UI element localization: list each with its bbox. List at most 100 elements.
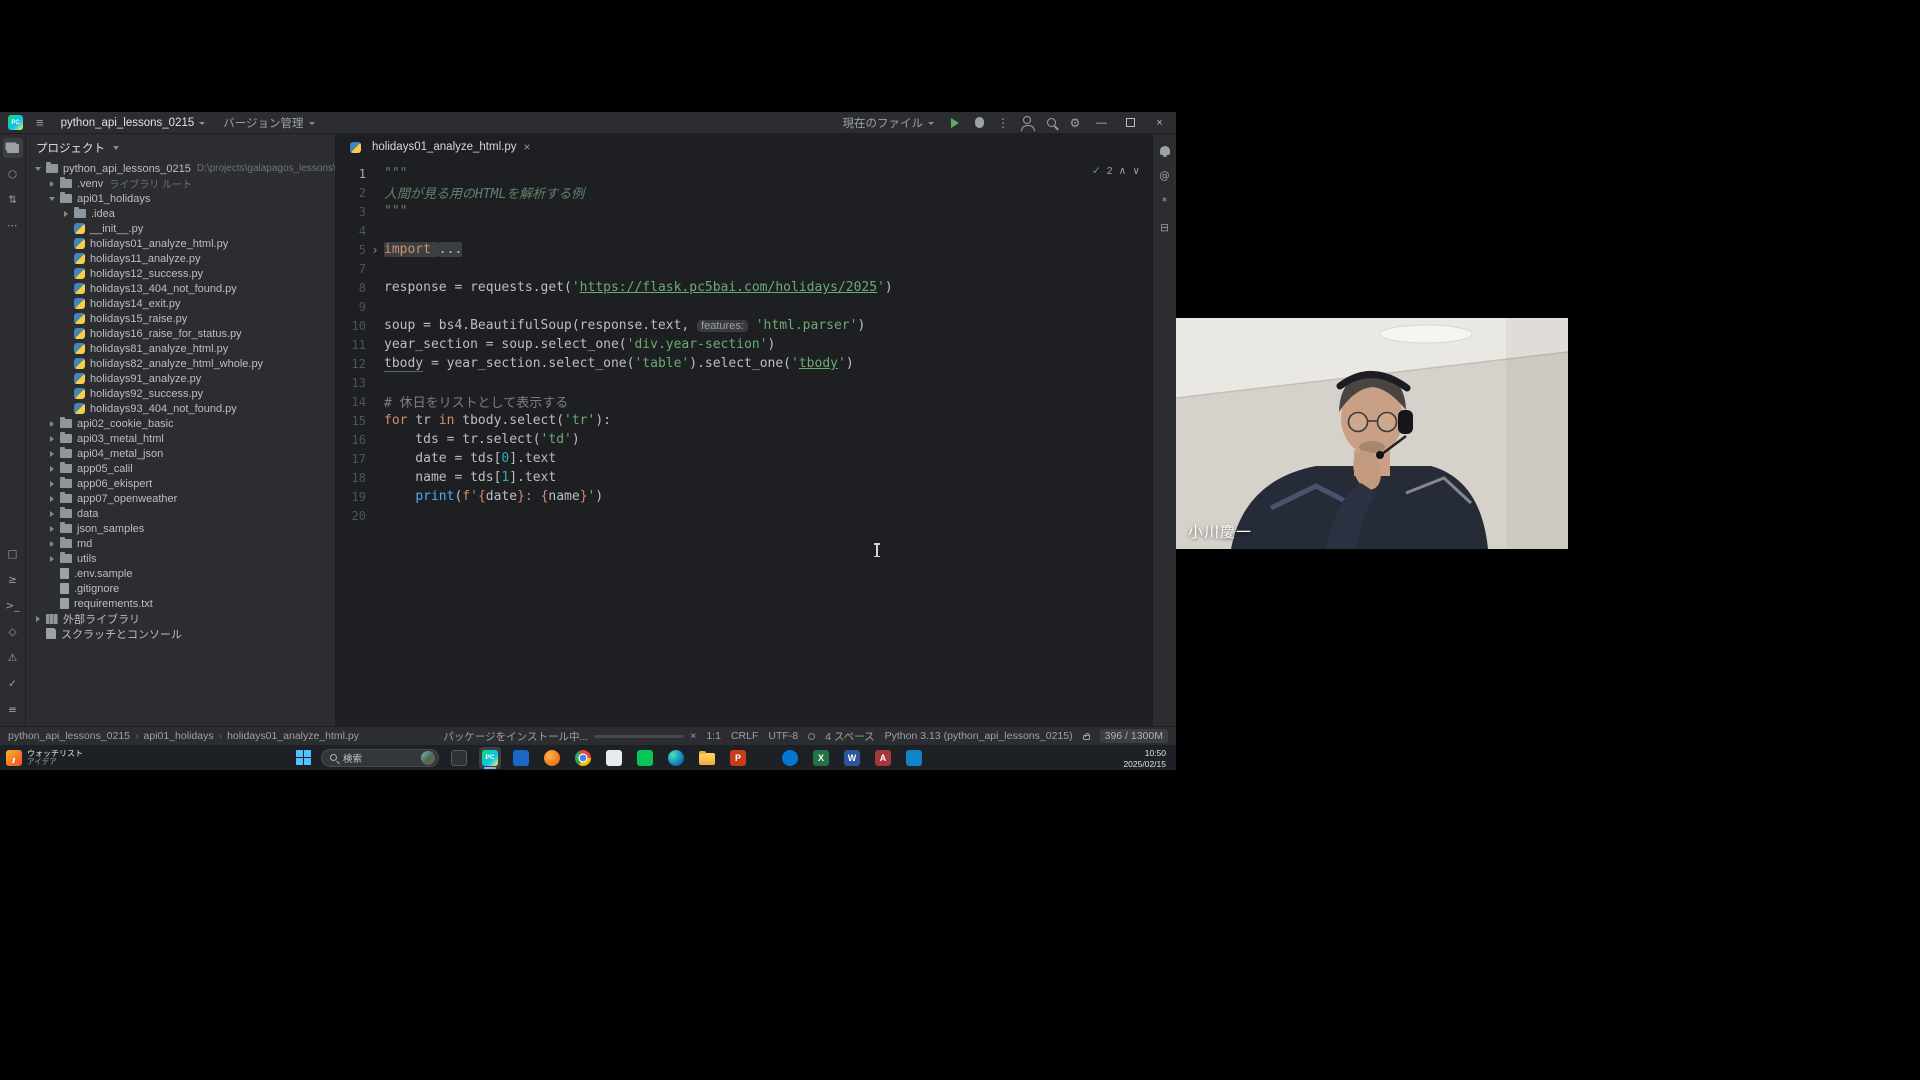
code-line[interactable]: 2人間が見る用のHTMLを解析する例	[336, 183, 1152, 202]
taskbar-windows-terminal-button[interactable]	[448, 747, 470, 769]
chevron-closed-icon[interactable]	[46, 523, 58, 535]
close-button[interactable]: ×	[1145, 112, 1174, 133]
tree-item[interactable]: holidays82_analyze_html_whole.py	[26, 356, 335, 371]
tree-item[interactable]: api04_metal_json	[26, 446, 335, 461]
code-line[interactable]: 12tbody = year_section.select_one('table…	[336, 354, 1152, 373]
more-tools-icon[interactable]: ⋯	[3, 216, 23, 236]
breadcrumb-item[interactable]: api01_holidays	[144, 730, 214, 742]
tree-item[interactable]: .idea	[26, 206, 335, 221]
tree-item[interactable]: app05_calil	[26, 461, 335, 476]
tree-item[interactable]: holidays15_raise.py	[26, 311, 335, 326]
inspections-icon[interactable]	[808, 733, 815, 740]
debug-button[interactable]	[967, 112, 991, 133]
taskbar-powerpoint-button[interactable]: P	[727, 747, 749, 769]
line-number[interactable]: 15	[336, 414, 366, 428]
notifications-icon[interactable]	[1155, 140, 1175, 160]
breadcrumb-item[interactable]: python_api_lessons_0215	[8, 730, 130, 742]
tree-item[interactable]: json_samples	[26, 521, 335, 536]
chevron-closed-icon[interactable]	[46, 418, 58, 430]
minimize-button[interactable]: —	[1087, 112, 1116, 133]
python-console-icon[interactable]: ≥	[3, 570, 23, 590]
line-number[interactable]: 13	[336, 376, 366, 390]
taskbar-edge-button[interactable]	[665, 747, 687, 769]
structure-icon[interactable]: ≡	[3, 700, 23, 720]
tree-item[interactable]: holidays12_success.py	[26, 266, 335, 281]
taskbar-clock[interactable]: 10:50 2025/02/15	[1123, 748, 1166, 770]
pycharm-logo-icon[interactable]: PC	[8, 115, 23, 130]
taskbar-skype-button[interactable]	[779, 747, 801, 769]
tree-item[interactable]: holidays01_analyze_html.py	[26, 236, 335, 251]
code-line[interactable]: 13	[336, 373, 1152, 392]
tree-item[interactable]: holidays14_exit.py	[26, 296, 335, 311]
code-line[interactable]: 19 print(f'{date}: {name}')	[336, 487, 1152, 506]
line-number[interactable]: 20	[336, 509, 366, 523]
project-icon[interactable]	[3, 138, 23, 158]
tree-item[interactable]: python_api_lessons_0215D:\projects\galap…	[26, 161, 335, 176]
code-line[interactable]: 15for tr in tbody.select('tr'):	[336, 411, 1152, 430]
more-actions-button[interactable]: ⋮	[991, 112, 1015, 133]
project-widget[interactable]: python_api_lessons_0215	[52, 112, 215, 133]
line-ending[interactable]: CRLF	[731, 730, 758, 742]
tree-item[interactable]: holidays16_raise_for_status.py	[26, 326, 335, 341]
line-number[interactable]: 19	[336, 490, 366, 504]
services-icon[interactable]: ◇	[3, 622, 23, 642]
settings-button[interactable]: ⚙	[1063, 112, 1087, 133]
chevron-closed-icon[interactable]	[46, 538, 58, 550]
line-number[interactable]: 7	[336, 262, 366, 276]
tree-item[interactable]: data	[26, 506, 335, 521]
tree-item[interactable]: api02_cookie_basic	[26, 416, 335, 431]
indent-setting[interactable]: 4 スペース	[825, 729, 875, 744]
inspection-widget[interactable]: ✓ 2 ∧ ∨	[1092, 165, 1140, 177]
taskbar-chrome-button[interactable]	[572, 747, 594, 769]
tree-item[interactable]: .env.sample	[26, 566, 335, 581]
chevron-closed-icon[interactable]	[46, 478, 58, 490]
line-number[interactable]: 18	[336, 471, 366, 485]
code-editor[interactable]: 1"""2人間が見る用のHTMLを解析する例3""" 4 5›import ... 7…	[336, 160, 1152, 726]
lock-icon[interactable]	[1083, 735, 1090, 740]
chevron-closed-icon[interactable]	[46, 178, 58, 190]
chevron-open-icon[interactable]	[46, 193, 58, 205]
line-number[interactable]: 8	[336, 281, 366, 295]
python-interpreter[interactable]: Python 3.13 (python_api_lessons_0215)	[885, 730, 1073, 742]
close-tab-icon[interactable]: ×	[523, 140, 530, 154]
main-menu-icon[interactable]: ≡	[28, 115, 52, 130]
tree-item[interactable]: requirements.txt	[26, 596, 335, 611]
code-line[interactable]: 18 name = tds[1].text	[336, 468, 1152, 487]
chevron-closed-icon[interactable]	[46, 493, 58, 505]
chevron-closed-icon[interactable]	[46, 508, 58, 520]
tree-item[interactable]: __init__.py	[26, 221, 335, 236]
database-icon[interactable]: ⊟	[1155, 218, 1175, 238]
tree-item[interactable]: api01_holidays	[26, 191, 335, 206]
commit-icon[interactable]: ○	[3, 164, 23, 184]
memory-indicator[interactable]: 396 / 1300M	[1100, 729, 1168, 743]
search-everywhere-button[interactable]	[1039, 112, 1063, 133]
file-encoding[interactable]: UTF-8	[768, 730, 798, 742]
caret-position[interactable]: 1:1	[706, 730, 721, 742]
code-line[interactable]: 3"""	[336, 202, 1152, 221]
start-button[interactable]	[295, 749, 312, 766]
tree-item[interactable]: スクラッチとコンソール	[26, 626, 335, 641]
chevron-closed-icon[interactable]	[46, 463, 58, 475]
taskbar-access-button[interactable]: A	[872, 747, 894, 769]
maximize-button[interactable]	[1116, 112, 1145, 133]
tree-item[interactable]: holidays13_404_not_found.py	[26, 281, 335, 296]
tree-item[interactable]: holidays93_404_not_found.py	[26, 401, 335, 416]
chevron-closed-icon[interactable]	[32, 613, 44, 625]
code-line[interactable]: 11year_section = soup.select_one('div.ye…	[336, 335, 1152, 354]
code-line[interactable]: 5›import ...	[336, 240, 1152, 259]
code-line[interactable]: 9	[336, 297, 1152, 316]
code-line[interactable]: 4	[336, 221, 1152, 240]
tree-item[interactable]: app07_openweather	[26, 491, 335, 506]
code-line[interactable]: 1"""	[336, 164, 1152, 183]
chevron-open-icon[interactable]	[32, 163, 44, 175]
code-line[interactable]: 8response = requests.get('https://flask.…	[336, 278, 1152, 297]
problems-icon[interactable]: ⚠	[3, 648, 23, 668]
line-number[interactable]: 4	[336, 224, 366, 238]
chevron-up-icon[interactable]: ∧	[1119, 165, 1127, 177]
line-number[interactable]: 17	[336, 452, 366, 466]
taskbar-excel-button[interactable]: X	[810, 747, 832, 769]
vcs-widget[interactable]: バージョン管理	[214, 112, 323, 133]
taskbar-pycharm-button[interactable]: PC	[479, 747, 501, 769]
profile-icon[interactable]: @	[1155, 166, 1175, 186]
breadcrumb-item[interactable]: holidays01_analyze_html.py	[227, 730, 359, 742]
